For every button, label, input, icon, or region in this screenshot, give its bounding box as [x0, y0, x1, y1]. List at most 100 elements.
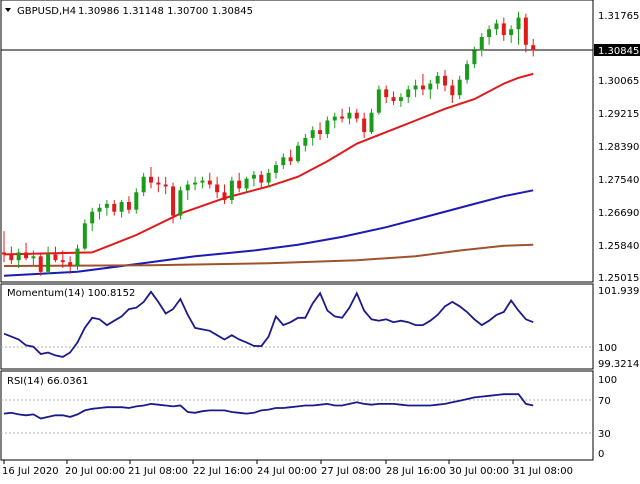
bearish-candle	[112, 203, 117, 212]
time-tick: 22 Jul 16:00	[193, 466, 253, 477]
bearish-candle	[149, 176, 153, 183]
bearish-candle	[68, 262, 73, 267]
momentum-tick: 99.3214	[598, 359, 639, 370]
bearish-candle	[318, 130, 323, 135]
bearish-candle	[9, 254, 14, 261]
bullish-candle	[398, 97, 403, 102]
time-tick: 24 Jul 00:00	[257, 466, 317, 477]
price-tick: 1.25840	[598, 241, 639, 252]
bearish-candle	[24, 252, 29, 259]
bearish-candle	[362, 118, 367, 133]
bullish-candle	[516, 17, 521, 30]
rsi-label: RSI(14) 66.0361	[7, 376, 88, 387]
bullish-candle	[487, 29, 492, 37]
bullish-candle	[369, 112, 374, 133]
bullish-candle	[310, 130, 315, 138]
bullish-candle	[494, 23, 499, 30]
rsi-tick: 30	[598, 429, 611, 440]
momentum-label: Momentum(14) 100.8152	[7, 288, 135, 299]
bearish-candle	[384, 89, 389, 98]
price-tick: 1.27540	[598, 175, 639, 186]
bullish-candle	[119, 201, 124, 212]
bearish-candle	[163, 184, 168, 187]
momentum-tick: 101.9397	[598, 286, 640, 297]
bullish-candle	[457, 79, 462, 96]
bullish-candle	[406, 89, 411, 98]
bullish-candle	[472, 50, 477, 65]
chart-window[interactable]: GBPUSD,H4 1.30986 1.31148 1.30700 1.3084…	[0, 0, 640, 480]
bullish-candle	[281, 157, 286, 166]
bearish-candle	[156, 182, 161, 185]
bearish-candle	[207, 180, 212, 185]
bullish-candle	[332, 116, 337, 121]
bearish-candle	[288, 157, 293, 162]
bearish-candle	[450, 85, 455, 96]
time-tick: 21 Jul 08:00	[128, 466, 188, 477]
bullish-candle	[413, 85, 418, 90]
bullish-candle	[435, 75, 440, 84]
rsi-tick: 70	[598, 396, 611, 407]
momentum-tick: 100	[598, 343, 617, 354]
bullish-candle	[347, 112, 352, 119]
time-tick: 30 Jul 00:00	[449, 466, 509, 477]
time-tick: 27 Jul 08:00	[321, 466, 381, 477]
bearish-candle	[531, 45, 536, 51]
price-panel[interactable]	[0, 0, 594, 283]
bullish-candle	[193, 182, 198, 185]
time-tick: 20 Jul 00:00	[65, 466, 125, 477]
bullish-candle	[46, 254, 51, 272]
price-tick: 1.28390	[598, 142, 639, 153]
bullish-candle	[251, 174, 256, 179]
bullish-candle	[97, 207, 102, 212]
bullish-candle	[273, 165, 278, 173]
time-tick: 16 Jul 2020	[2, 466, 59, 477]
bearish-candle	[38, 256, 43, 272]
bullish-candle	[266, 172, 271, 183]
bullish-candle	[16, 252, 21, 261]
price-tick: 1.29215	[598, 109, 639, 120]
price-tick: 1.31765	[598, 11, 639, 22]
rsi-panel[interactable]	[0, 370, 594, 461]
rsi-tick: 100	[598, 375, 617, 386]
rsi-tick: 0	[598, 449, 604, 460]
bullish-candle	[185, 184, 190, 191]
bullish-candle	[303, 137, 308, 146]
bearish-candle	[53, 254, 58, 261]
bullish-candle	[134, 192, 139, 210]
bullish-candle	[31, 256, 36, 259]
bearish-candle	[443, 75, 447, 86]
bullish-candle	[141, 176, 146, 193]
bullish-candle	[75, 248, 80, 267]
bearish-candle	[126, 201, 131, 210]
price-tick: 1.25015	[598, 273, 639, 284]
bearish-candle	[340, 116, 345, 119]
price-tick: 1.26690	[598, 208, 639, 219]
current-price-value: 1.30845	[598, 46, 639, 57]
bullish-candle	[229, 180, 234, 201]
chart-canvas[interactable]: GBPUSD,H4 1.30986 1.31148 1.30700 1.3084…	[0, 0, 640, 480]
bullish-candle	[428, 83, 433, 90]
bearish-candle	[215, 184, 220, 193]
bullish-candle	[178, 190, 183, 216]
bearish-candle	[171, 186, 176, 216]
bearish-candle	[523, 17, 528, 45]
bullish-candle	[479, 36, 484, 51]
bearish-candle	[354, 112, 359, 119]
time-axis	[3, 460, 514, 464]
bearish-candle	[237, 180, 242, 189]
bullish-candle	[296, 145, 300, 162]
bullish-candle	[509, 29, 514, 36]
bullish-candle	[82, 223, 87, 249]
bullish-candle	[90, 211, 95, 224]
bullish-candle	[465, 64, 470, 80]
bearish-candle	[60, 260, 65, 263]
bullish-candle	[200, 180, 205, 183]
time-tick: 28 Jul 16:00	[386, 466, 446, 477]
bearish-candle	[259, 174, 264, 183]
price-tick: 1.30065	[598, 76, 639, 87]
bearish-candle	[501, 23, 506, 36]
bearish-candle	[2, 252, 6, 255]
bullish-candle	[325, 120, 330, 135]
symbol-label: GBPUSD,H4	[17, 6, 76, 17]
bullish-candle	[104, 203, 109, 208]
